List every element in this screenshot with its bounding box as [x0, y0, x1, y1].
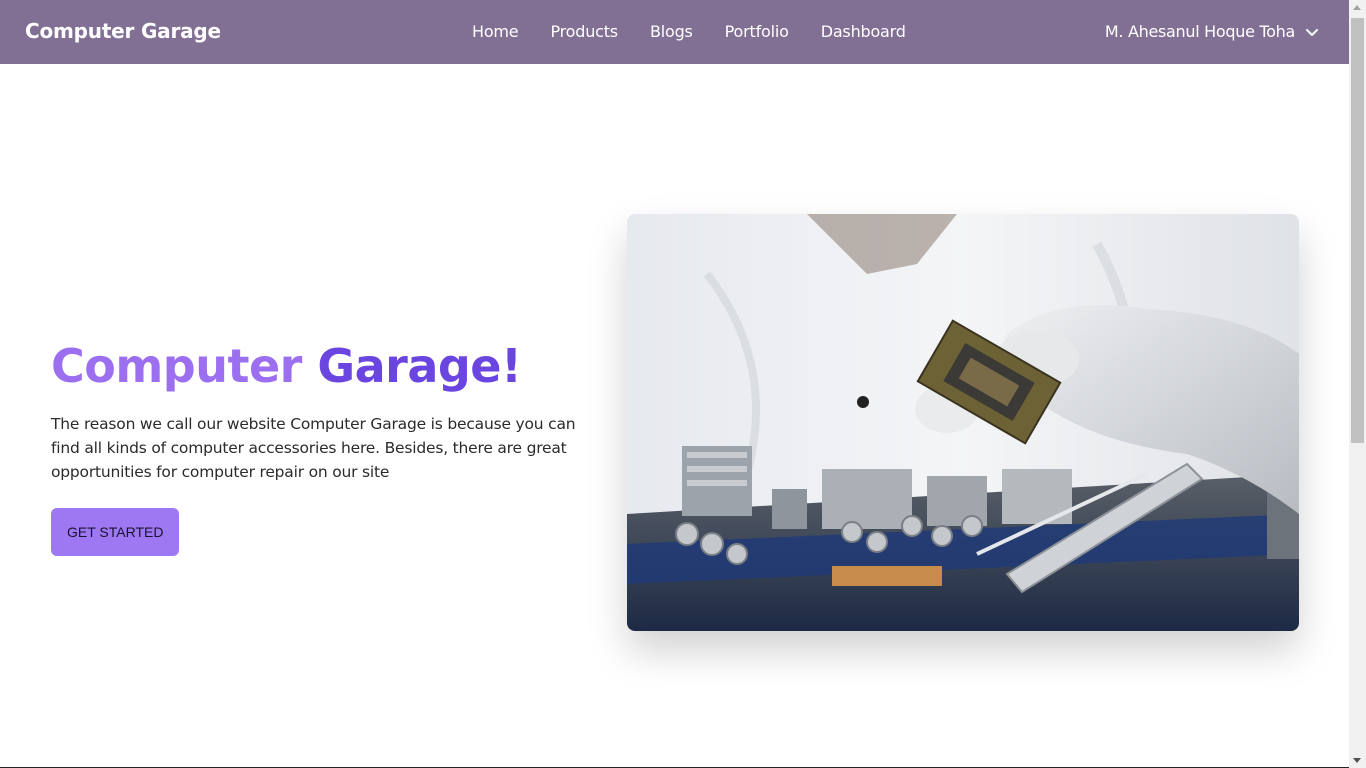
hero-description: The reason we call our website Computer … [51, 415, 576, 481]
nav-products-link[interactable]: Products [534, 20, 634, 44]
scrollbar-thumb[interactable] [1351, 18, 1364, 443]
get-started-button[interactable]: GET STARTED [51, 508, 180, 556]
brand-logo-link[interactable]: Computer Garage [25, 19, 221, 43]
vertical-scrollbar[interactable] [1349, 0, 1366, 768]
user-menu-dropdown[interactable]: M. Ahesanul Hoque Toha [1105, 20, 1321, 44]
chevron-down-icon [1303, 23, 1321, 41]
user-name: M. Ahesanul Hoque Toha [1104, 22, 1295, 41]
nav-links: Home Products Blogs Portfolio Dashboard [456, 20, 922, 44]
motherboard-cpu-photo [627, 214, 1299, 631]
nav-portfolio-link[interactable]: Portfolio [709, 20, 805, 44]
nav-blogs-link[interactable]: Blogs [634, 20, 709, 44]
hero-title-part2: Garage! [317, 339, 522, 393]
nav-dashboard-link[interactable]: Dashboard [805, 20, 922, 44]
hero-title-part1: Computer [51, 339, 302, 393]
scroll-up-arrow-icon[interactable] [1353, 5, 1361, 10]
top-navbar: Computer Garage Home Products Blogs Port… [0, 0, 1349, 64]
nav-home-link[interactable]: Home [456, 20, 534, 44]
scroll-down-arrow-icon[interactable] [1353, 758, 1361, 763]
hero-image-motherboard [627, 214, 1299, 631]
hero-text-section: Computer Garage! The reason we call our … [51, 338, 611, 556]
page: Computer Garage Home Products Blogs Port… [0, 0, 1349, 768]
hero-title: Computer Garage! [51, 338, 611, 394]
